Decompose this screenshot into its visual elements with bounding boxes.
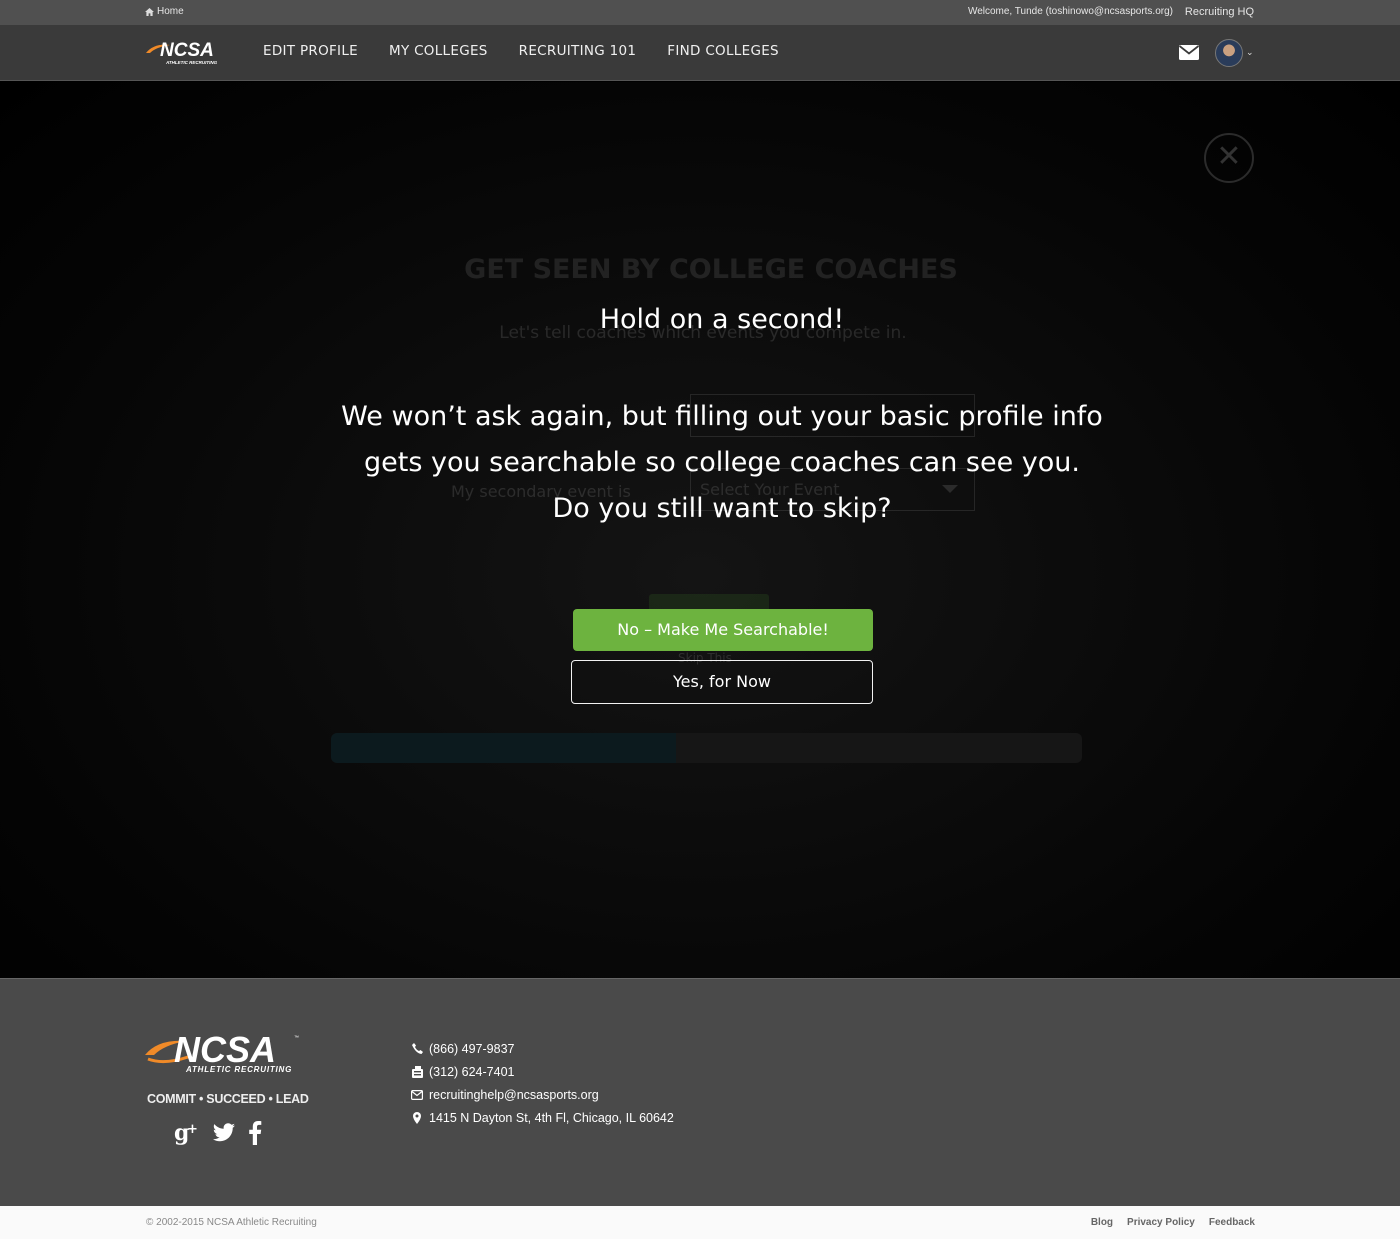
google-plus-icon[interactable]: g+: [174, 1121, 200, 1145]
contact-address-row: 1415 N Dayton St, 4th Fl, Chicago, IL 60…: [411, 1106, 674, 1129]
nav-recruiting-101[interactable]: RECRUITING 101: [519, 43, 637, 59]
nav-links: EDIT PROFILE MY COLLEGES RECRUITING 101 …: [263, 43, 810, 59]
contact-phone[interactable]: (866) 497-9837: [429, 1042, 514, 1056]
background-form-title: GET SEEN BY COLLEGE COACHES: [464, 254, 958, 285]
modal-message-line-2: gets you searchable so college coaches c…: [363, 447, 1080, 478]
contact-phone-row: (866) 497-9837: [411, 1037, 674, 1060]
contact-email-row: recruitinghelp@ncsasports.org: [411, 1083, 674, 1106]
progress-fill: [331, 733, 677, 763]
footer-tagline: COMMIT • SUCCEED • LEAD: [147, 1092, 309, 1106]
nav-my-colleges[interactable]: MY COLLEGES: [389, 43, 488, 59]
bottom-links: Blog Privacy Policy Feedback: [1091, 1217, 1255, 1228]
privacy-policy-link[interactable]: Privacy Policy: [1127, 1217, 1195, 1228]
onboarding-modal-overlay: GET SEEN BY COLLEGE COACHES Let's tell c…: [0, 82, 1400, 978]
chevron-down-icon[interactable]: ⌄: [1246, 47, 1254, 58]
facebook-icon[interactable]: [248, 1121, 262, 1145]
home-link[interactable]: Home: [145, 6, 184, 17]
copyright-text: © 2002-2015 NCSA Athletic Recruiting: [146, 1217, 317, 1228]
nav-find-colleges[interactable]: FIND COLLEGES: [667, 43, 779, 59]
nav-edit-profile[interactable]: EDIT PROFILE: [263, 43, 358, 59]
modal-message-line-3: Do you still want to skip?: [552, 493, 892, 524]
svg-text:™: ™: [294, 1035, 299, 1041]
envelope-icon[interactable]: [1178, 45, 1200, 65]
ncsa-logo[interactable]: NCSA ATHLETIC RECRUITING: [144, 39, 232, 67]
contact-fax-row: (312) 624-7401: [411, 1060, 674, 1083]
map-marker-icon: [411, 1111, 423, 1124]
svg-text:+: +: [187, 1122, 198, 1137]
phone-icon: [411, 1043, 423, 1054]
contact-address: 1415 N Dayton St, 4th Fl, Chicago, IL 60…: [429, 1110, 674, 1125]
modal-message: We won’t ask again, but filling out your…: [0, 394, 1400, 532]
skip-for-now-button[interactable]: Yes, for Now: [571, 660, 873, 704]
footer-ncsa-logo[interactable]: NCSA ™ ATHLETIC RECRUITING: [144, 1029, 300, 1079]
onboarding-progress-bar: [331, 733, 1082, 763]
main-navbar: NCSA ATHLETIC RECRUITING EDIT PROFILE MY…: [0, 25, 1400, 81]
modal-title: Hold on a second!: [599, 304, 845, 335]
site-footer: NCSA ™ ATHLETIC RECRUITING COMMIT • SUCC…: [0, 978, 1400, 1206]
svg-text:ATHLETIC RECRUITING: ATHLETIC RECRUITING: [165, 60, 218, 65]
contact-email[interactable]: recruitinghelp@ncsasports.org: [429, 1088, 599, 1102]
svg-text:NCSA: NCSA: [160, 40, 214, 61]
modal-message-line-1: We won’t ask again, but filling out your…: [341, 401, 1103, 432]
make-me-searchable-button[interactable]: No – Make Me Searchable!: [573, 609, 873, 651]
feedback-link[interactable]: Feedback: [1209, 1217, 1255, 1228]
recruiting-hq-link[interactable]: Recruiting HQ: [1185, 6, 1254, 18]
footer-social-links: g +: [174, 1121, 262, 1145]
welcome-text: Welcome, Tunde (toshinowo@ncsasports.org…: [967, 6, 1173, 17]
top-utility-bar: Home Welcome, Tunde (toshinowo@ncsasport…: [0, 0, 1400, 25]
home-icon: [145, 7, 154, 16]
user-avatar[interactable]: [1215, 39, 1243, 67]
email-icon: [411, 1089, 423, 1100]
close-icon[interactable]: ✕: [1204, 133, 1254, 183]
twitter-icon[interactable]: [212, 1123, 236, 1143]
blog-link[interactable]: Blog: [1091, 1217, 1113, 1228]
bottom-bar: © 2002-2015 NCSA Athletic Recruiting Blo…: [0, 1206, 1400, 1239]
footer-contact-info: (866) 497-9837 (312) 624-7401 recruiting…: [411, 1037, 674, 1129]
svg-text:ATHLETIC RECRUITING: ATHLETIC RECRUITING: [185, 1065, 292, 1074]
fax-icon: [411, 1065, 423, 1078]
home-label: Home: [157, 6, 184, 17]
contact-fax: (312) 624-7401: [429, 1064, 515, 1079]
